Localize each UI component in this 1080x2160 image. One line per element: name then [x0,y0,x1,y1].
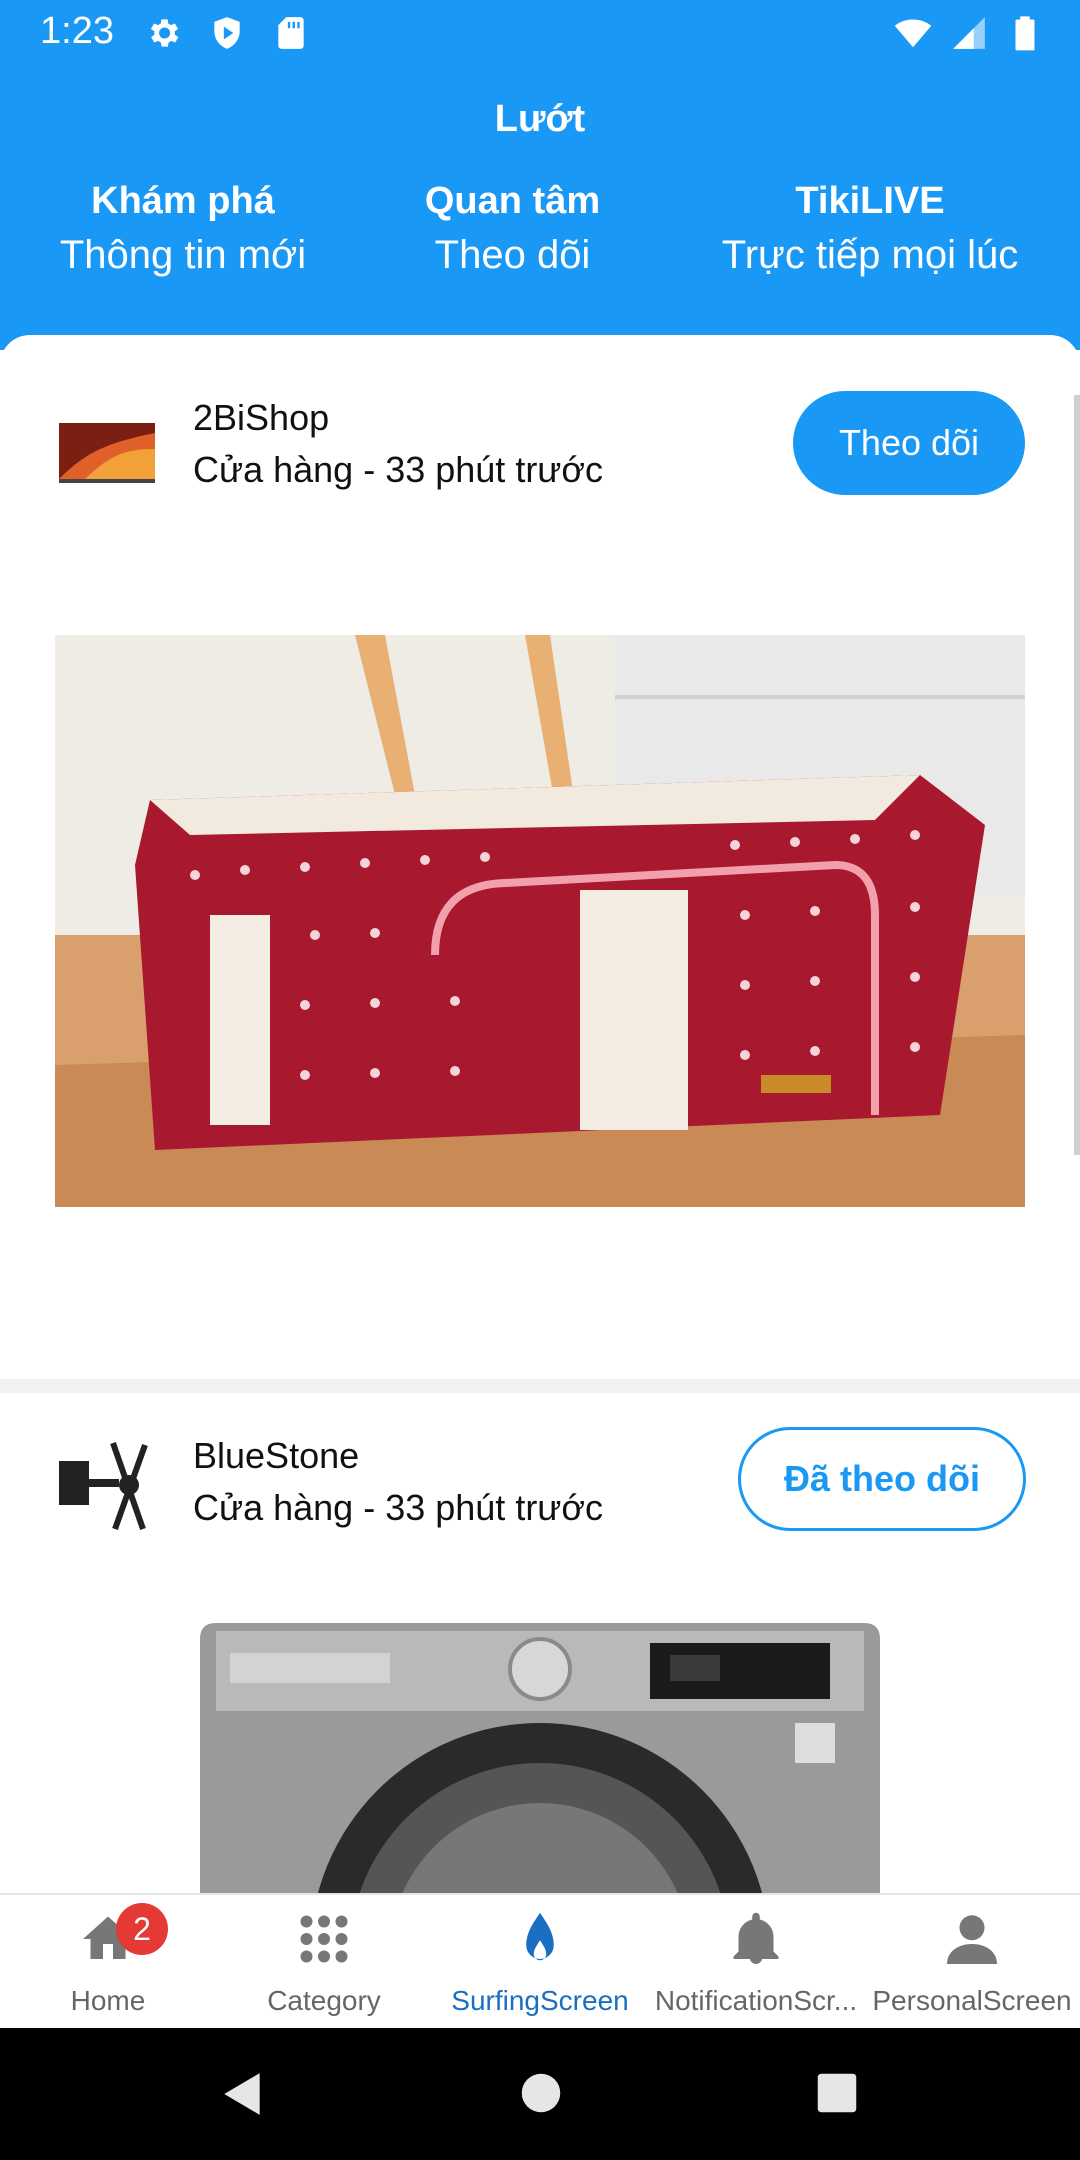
shop-avatar[interactable] [55,393,159,497]
sd-card-icon [278,17,304,49]
nav-item-home[interactable]: 2 Home [0,1895,216,2030]
nav-item-category[interactable]: Category [216,1895,432,2030]
status-time: 1:23 [40,10,114,52]
person-icon [947,1915,997,1964]
page-title: Lướt [494,98,586,140]
bottom-nav: 2 Home Category SurfingScreen Notificati… [0,1893,1080,2030]
product-image[interactable] [55,635,1025,1207]
shop-avatar[interactable] [55,1433,159,1537]
scrollbar[interactable] [1074,395,1080,1155]
recents-icon[interactable] [816,2072,858,2114]
nav-label: Home [70,1985,146,2016]
nav-item-personal[interactable]: PersonalScreen [864,1895,1080,2030]
nav-label: Category [267,1985,381,2016]
shop-name[interactable]: 2BiShop [193,397,329,439]
status-bar: 1:23 [0,0,1080,66]
gear-icon [150,19,179,47]
grid-icon [300,1915,348,1963]
tab-title: Khám phá [91,180,275,222]
tab-title: Quan tâm [424,180,601,222]
tab-tikilive[interactable]: TikiLIVE Trực tiếp mọi lúc [690,180,1050,278]
post-header: BlueStone Cửa hàng - 33 phút trước Đã th… [0,1425,1080,1545]
nav-label: SurfingScreen [451,1985,629,2016]
home-circle-icon[interactable] [520,2072,562,2114]
nav-label: PersonalScreen [872,1985,1072,2016]
notification-badge: 2 [116,1903,168,1955]
tab-subtitle: Theo dõi [434,233,591,277]
tab-quan-tam[interactable]: Quan tâm Theo dõi [370,180,655,278]
post-meta: Cửa hàng - 33 phút trước [193,449,604,490]
shield-icon [214,17,240,49]
tab-title: TikiLIVE [795,180,945,222]
bell-icon [733,1912,779,1964]
post-header: 2BiShop Cửa hàng - 33 phút trước Theo dõ… [0,387,1080,507]
wifi-icon [894,19,932,48]
nav-label: NotificationScr... [654,1985,858,2016]
surfing-screen: 1:23 Lướt Khám phá Thông tin mới Quan tâ… [0,0,1080,2160]
post-meta: Cửa hàng - 33 phút trước [193,1487,604,1528]
back-icon[interactable] [218,2068,268,2120]
signal-icon [953,17,985,49]
follow-button[interactable]: Theo dõi [793,391,1025,495]
tab-subtitle: Trực tiếp mọi lúc [721,233,1019,277]
post-divider [0,1379,1080,1393]
shop-name[interactable]: BlueStone [193,1435,359,1477]
feed-list[interactable]: 2BiShop Cửa hàng - 33 phút trước Theo dõ… [0,335,1080,1893]
flame-icon [526,1912,554,1961]
system-nav-bar [0,2028,1080,2160]
surfing-tabs: Khám phá Thông tin mới Quan tâm Theo dõi… [0,180,1080,300]
following-button[interactable]: Đã theo dõi [738,1427,1026,1531]
nav-item-surfing[interactable]: SurfingScreen [432,1895,648,2030]
nav-item-notification[interactable]: NotificationScr... [648,1895,864,2030]
tab-subtitle: Thông tin mới [59,233,307,277]
battery-icon [1015,16,1035,51]
product-image[interactable] [200,1623,880,1893]
tab-kham-pha[interactable]: Khám phá Thông tin mới [22,180,344,278]
